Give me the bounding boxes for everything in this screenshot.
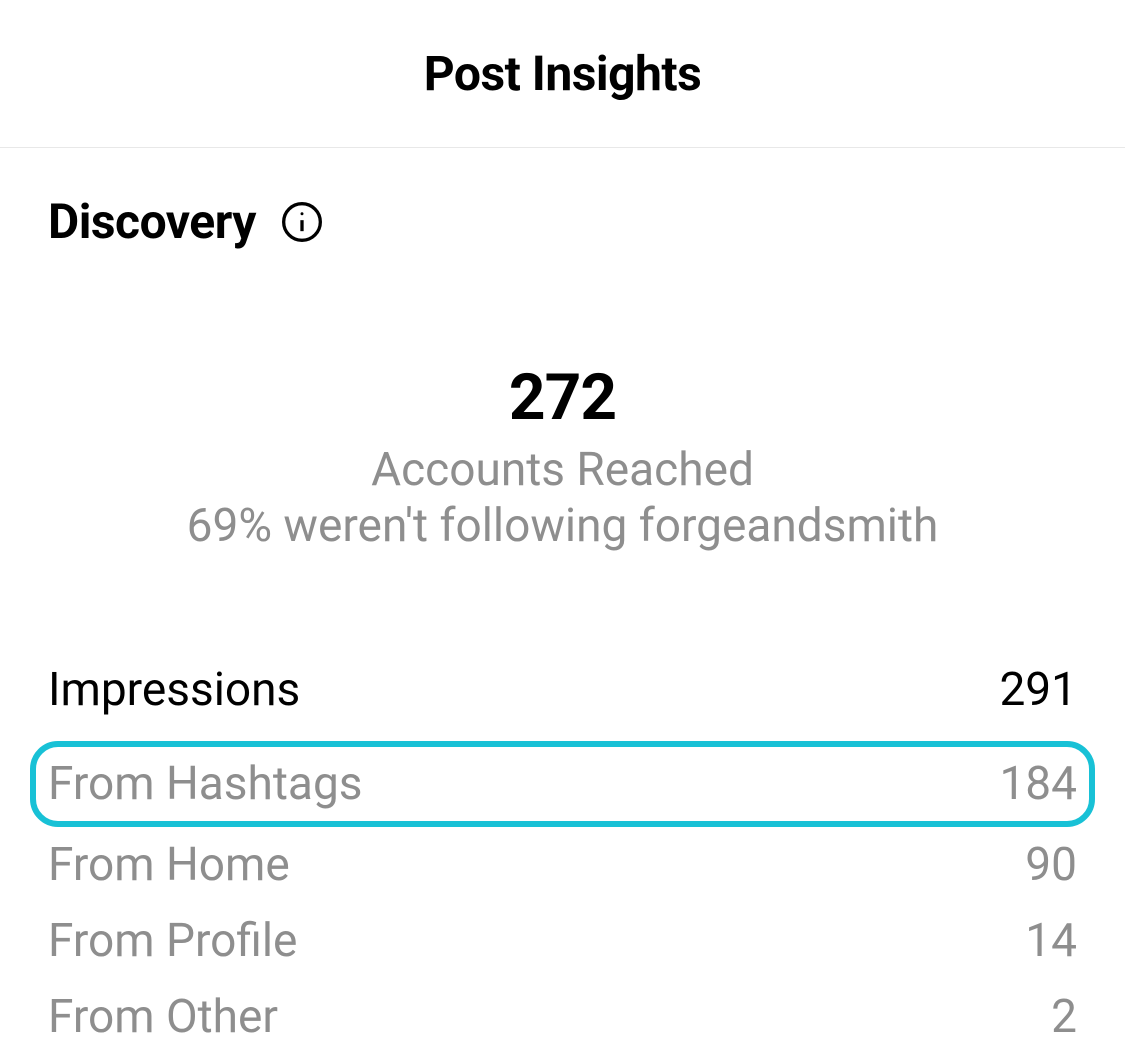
breakdown-label: From Home bbox=[48, 838, 290, 892]
breakdown-value: 184 bbox=[999, 757, 1077, 811]
accounts-reached-label: Accounts Reached bbox=[48, 443, 1077, 497]
accounts-reached-detail: 69% weren't following forgeandsmith bbox=[48, 499, 1077, 553]
breakdown-row-home: From Home 90 bbox=[48, 827, 1077, 903]
page-title: Post Insights bbox=[0, 45, 1125, 102]
content-area: Discovery 272 Accounts Reached 69% weren… bbox=[0, 148, 1125, 1055]
accounts-reached-value: 272 bbox=[48, 360, 1077, 435]
breakdown-label: From Profile bbox=[48, 914, 297, 968]
page-header: Post Insights bbox=[0, 0, 1125, 148]
breakdown-label: From Other bbox=[48, 990, 278, 1044]
discovery-title: Discovery bbox=[48, 193, 256, 250]
breakdown-label: From Hashtags bbox=[48, 757, 363, 811]
accounts-reached-block: 272 Accounts Reached 69% weren't followi… bbox=[48, 250, 1077, 553]
impressions-total-value: 291 bbox=[999, 663, 1077, 717]
impressions-total-row: Impressions 291 bbox=[48, 553, 1077, 717]
info-icon[interactable] bbox=[280, 200, 324, 244]
impressions-breakdown: From Hashtags 184 From Home 90 From Prof… bbox=[48, 717, 1077, 1055]
breakdown-row-profile: From Profile 14 bbox=[48, 903, 1077, 979]
discovery-section-header: Discovery bbox=[48, 148, 1077, 250]
breakdown-value: 14 bbox=[1025, 914, 1077, 968]
impressions-label: Impressions bbox=[48, 663, 300, 717]
breakdown-value: 90 bbox=[1025, 838, 1077, 892]
breakdown-row-hashtags: From Hashtags 184 bbox=[30, 741, 1095, 827]
breakdown-value: 2 bbox=[1051, 990, 1077, 1044]
breakdown-row-other: From Other 2 bbox=[48, 979, 1077, 1055]
